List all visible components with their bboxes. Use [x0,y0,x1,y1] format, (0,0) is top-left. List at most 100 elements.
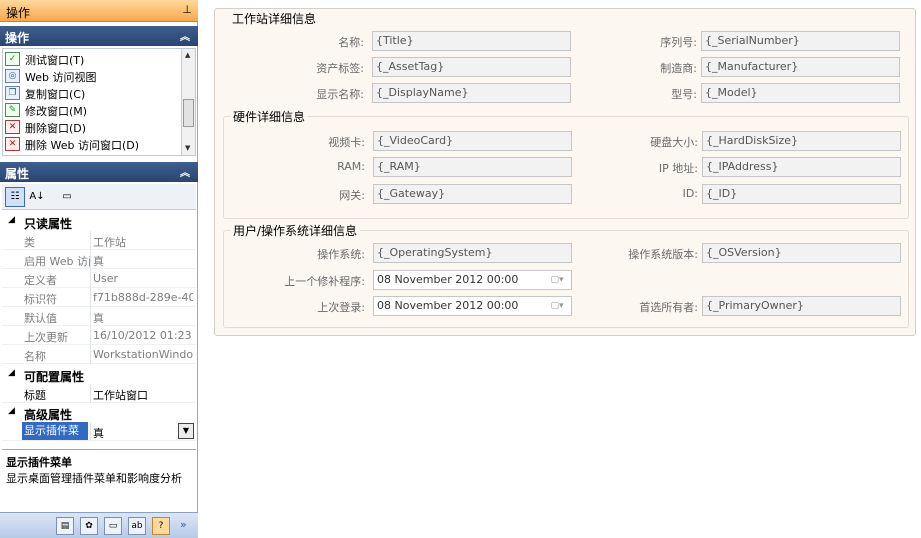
last-patch-date-field[interactable]: 08 November 2012 00:00 ▢▾ [373,270,572,290]
field-label: ID: [682,187,698,200]
properties-icon[interactable]: ? [152,517,170,535]
property-key: 名称 [24,350,46,363]
collapse-actions-icon[interactable]: ︽ [180,28,190,43]
collapse-category-icon[interactable]: ◢ [8,215,15,225]
test-window-icon: ✓ [5,52,20,66]
last-logon-date-field[interactable]: 08 November 2012 00:00 ▢▾ [373,296,572,316]
action-delete-web-window[interactable]: ✕ 删除 Web 访问窗口(D) [5,136,180,153]
property-row[interactable]: 默认值 真 [2,307,196,326]
os-version-field[interactable]: {_OSVersion} [702,243,901,263]
field-label: 上次登录: [317,301,365,314]
pin-icon[interactable]: ⊥ [182,3,192,16]
primary-owner-field[interactable]: {_PrimaryOwner} [702,296,901,316]
field-label: 操作系统版本: [628,248,698,261]
field-label: 操作系统: [317,248,365,261]
column-divider [90,288,91,307]
palette-icon[interactable]: ✿ [80,517,98,535]
field-label: 制造商: [660,62,697,75]
action-edit-window[interactable]: ✎ 修改窗口(M) [5,102,180,119]
property-key: 默认值 [24,312,57,325]
property-value: 真 [93,312,104,325]
category-readonly[interactable]: ◢ 只读属性 [2,213,196,231]
computer-icon[interactable]: ▤ [56,517,74,535]
category-title: 只读属性 [24,217,73,231]
field-label: 序列号: [660,36,697,49]
property-row[interactable]: 标识符 f71b888d-289e-40b [2,288,196,307]
label-icon[interactable]: ab [128,517,146,535]
copy-window-icon: ❐ [5,86,20,100]
action-web-view[interactable]: ◎ Web 访问视图 [5,68,180,85]
field-label: 型号: [671,88,697,101]
action-label: Web 访问视图 [25,71,97,84]
action-delete-window[interactable]: ✕ 删除窗口(D) [5,119,180,136]
calendar-dropdown-icon[interactable]: ▢▾ [547,300,567,313]
manufacturer-field[interactable]: {_Manufacturer} [701,57,900,77]
actions-list: ✓ 测试窗口(T) ◎ Web 访问视图 ❐ 复制窗口(C) ✎ 修改窗口(M)… [2,48,196,156]
property-key: 启用 Web 访问 [24,255,90,268]
property-key: 标识符 [24,293,57,306]
group-title: 硬件详细信息 [230,108,309,125]
action-label: 测试窗口(T) [25,54,85,67]
operating-system-field[interactable]: {_OperatingSystem} [373,243,572,263]
display-name-field[interactable]: {_DisplayName} [372,83,571,103]
asset-tag-field[interactable]: {_AssetTag} [372,57,571,77]
description-title: 显示插件菜单 [6,456,72,469]
model-field[interactable]: {_Model} [701,83,900,103]
field-label: 上一个修补程序: [284,275,365,288]
action-label: 修改窗口(M) [25,105,88,118]
calendar-dropdown-icon[interactable]: ▢▾ [547,274,567,287]
title-field[interactable]: {Title} [372,31,571,51]
field-label: 网关: [339,189,365,202]
dropdown-arrow-icon[interactable]: ▼ [178,423,194,439]
hard-disk-size-field[interactable]: {_HardDiskSize} [702,131,901,151]
category-configurable[interactable]: ◢ 可配置属性 [2,366,196,384]
collapse-category-icon[interactable]: ◢ [8,368,15,378]
property-value: WorkstationWindow [93,348,193,361]
action-copy-window[interactable]: ❐ 复制窗口(C) [5,85,180,102]
collapse-properties-icon[interactable]: ︽ [180,164,190,179]
property-row[interactable]: 名称 WorkstationWindow [2,345,196,364]
property-row[interactable]: 启用 Web 访问 真 [2,250,196,269]
column-divider [90,422,91,441]
category-advanced[interactable]: ◢ 高级属性 [2,404,196,422]
id-field[interactable]: {_ID} [702,184,901,204]
property-description: 显示插件菜单 显示桌面管理插件菜单和影响度分析 [2,449,196,511]
video-card-field[interactable]: {_VideoCard} [373,131,572,151]
property-row[interactable]: 定义者 User [2,269,196,288]
gateway-field[interactable]: {_Gateway} [373,184,572,204]
collapse-category-icon[interactable]: ◢ [8,406,15,416]
alphabetical-sort-icon[interactable]: A↓ [27,187,47,207]
description-body: 显示桌面管理插件菜单和影响度分析 [6,472,182,485]
action-label: 复制窗口(C) [25,88,86,101]
property-pages-icon[interactable]: ▭ [57,187,77,207]
scrollbar-thumb[interactable] [183,99,194,127]
category-title: 高级属性 [24,408,73,422]
task-pane-title-bar: 操作 ⊥ [0,0,198,22]
textbox-icon[interactable]: ▭ [104,517,122,535]
column-divider [90,269,91,288]
property-row-selected[interactable]: 显示插件菜 真 ▼ [2,422,196,441]
field-label: 名称: [338,36,364,49]
serial-number-field[interactable]: {_SerialNumber} [701,31,900,51]
property-row[interactable]: 类 工作站 [2,231,196,250]
categorized-view-icon[interactable]: ☷ [5,187,25,207]
more-icon[interactable]: » [180,518,187,531]
actions-section-title: 操作 [5,31,30,45]
property-value[interactable]: 工作站窗口 [93,387,193,403]
property-row[interactable]: 上次更新 16/10/2012 01:23 [2,326,196,345]
os-details-group: 用户/操作系统详细信息 操作系统: {_OperatingSystem} 操作系… [223,222,909,328]
date-value: 08 November 2012 00:00 [377,299,519,312]
property-grid: ◢ 只读属性 类 工作站 启用 Web 访问 真 定义者 User 标识符 f7… [2,211,196,446]
field-label: 视频卡: [328,136,365,149]
actions-section-header[interactable]: 操作 ︽ [0,26,198,46]
ip-address-field[interactable]: {_IPAddress} [702,157,901,177]
group-title: 用户/操作系统详细信息 [230,222,361,239]
action-test-window[interactable]: ✓ 测试窗口(T) [5,51,180,68]
property-row[interactable]: 标题 工作站窗口 [2,384,196,403]
scroll-down-icon[interactable]: ▼ [185,144,190,152]
actions-scrollbar[interactable]: ▲ ▼ [181,49,195,155]
scroll-up-icon[interactable]: ▲ [185,51,190,59]
properties-section-header[interactable]: 属性 ︽ [0,162,198,182]
ram-field[interactable]: {_RAM} [373,157,572,177]
delete-window-icon: ✕ [5,120,20,134]
